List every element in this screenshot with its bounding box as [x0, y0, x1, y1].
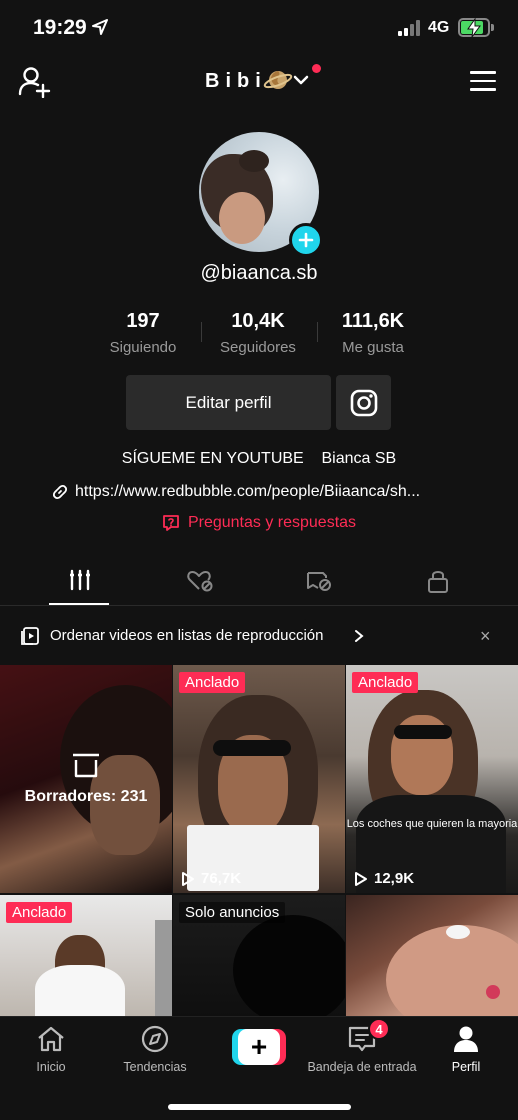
video-thumbnail[interactable]: Anclado Los coches que quieren la mayori…: [346, 665, 518, 893]
qa-link[interactable]: Preguntas y respuestas: [0, 514, 518, 532]
add-avatar-icon[interactable]: [289, 223, 323, 257]
video-thumbnail[interactable]: Anclado 76,7K: [173, 665, 345, 893]
menu-icon[interactable]: [470, 71, 496, 93]
nav-label: Tendencias: [123, 1060, 187, 1074]
stat-value: 10,4K: [231, 310, 285, 332]
stat-likes[interactable]: 111,6K Me gusta: [313, 310, 433, 356]
pinned-badge: Anclado: [352, 672, 419, 693]
stat-value: 197: [126, 310, 160, 332]
stat-followers[interactable]: 10,4K Seguidores: [198, 310, 318, 356]
battery-tip: [491, 24, 494, 31]
profile-icon: [454, 1026, 478, 1052]
view-count: 12,9K: [354, 870, 414, 887]
profile-link[interactable]: https://www.redbubble.com/people/Biiaanc…: [52, 483, 472, 501]
nav-home[interactable]: Inicio: [28, 1025, 74, 1074]
status-bar: 19:29 4G: [0, 0, 518, 56]
tab-private[interactable]: [424, 568, 454, 594]
video-thumbnail[interactable]: [346, 895, 518, 1017]
close-icon[interactable]: ×: [480, 626, 491, 647]
chevron-right-icon: [355, 630, 364, 642]
home-icon: [38, 1026, 64, 1052]
nav-label: Perfil: [451, 1060, 481, 1074]
add-user-icon[interactable]: [18, 66, 52, 98]
charging-bolt-icon: [467, 18, 481, 38]
video-caption: Los coches que quieren la mayoria: [346, 818, 518, 830]
playlist-icon: [21, 627, 39, 645]
question-bubble-icon: [163, 515, 179, 531]
stat-label: Seguidores: [220, 339, 296, 356]
drafts-label: Borradores: 231: [24, 788, 148, 805]
tab-liked[interactable]: [305, 568, 335, 594]
notification-dot: [312, 64, 321, 73]
play-icon: [182, 871, 194, 886]
nav-profile[interactable]: Perfil: [446, 1025, 486, 1074]
stat-label: Siguiendo: [109, 339, 177, 356]
active-tab-indicator: [49, 603, 109, 605]
create-button[interactable]: +: [232, 1029, 286, 1065]
location-arrow-icon: [92, 19, 108, 35]
view-count-text: 76,7K: [201, 870, 242, 887]
link-icon: [52, 484, 68, 500]
video-thumbnail[interactable]: Solo anuncios: [173, 895, 345, 1017]
edit-profile-button[interactable]: Editar perfil: [126, 375, 331, 430]
trash-icon: [73, 753, 99, 778]
pinned-badge: Anclado: [179, 672, 246, 693]
inbox-count-badge: 4: [368, 1018, 390, 1040]
nav-inbox[interactable]: Bandeja de entrada: [302, 1025, 422, 1074]
video-thumbnail[interactable]: Anclado: [0, 895, 172, 1017]
status-time: 19:29: [33, 16, 87, 39]
drafts-cell[interactable]: Borradores: 231: [0, 665, 172, 893]
instagram-button[interactable]: [336, 375, 391, 430]
stat-label: Me gusta: [342, 339, 404, 356]
qa-label: Preguntas y respuestas: [187, 514, 357, 531]
profile-link-text: https://www.redbubble.com/people/Biiaanc…: [75, 483, 421, 500]
compass-icon: [141, 1025, 169, 1053]
drafts-overlay: Borradores: 231: [0, 665, 172, 893]
nav-trends[interactable]: Tendencias: [118, 1025, 192, 1074]
account-switcher-title[interactable]: Bibi: [205, 70, 267, 93]
tab-videos[interactable]: [66, 568, 96, 594]
play-icon: [355, 871, 367, 886]
playlist-text: Ordenar videos en listas de reproducción: [50, 627, 324, 644]
ads-only-badge: Solo anuncios: [179, 902, 286, 923]
signal-icon: [398, 20, 422, 36]
planet-emoji-icon: [263, 71, 293, 89]
instagram-icon: [350, 389, 377, 416]
pinned-badge: Anclado: [6, 902, 73, 923]
nav-label: Bandeja de entrada: [307, 1060, 417, 1074]
network-type: 4G: [428, 19, 450, 36]
stat-value: 111,6K: [341, 310, 405, 332]
view-count-text: 12,9K: [374, 870, 415, 887]
profile-handle: @biaanca.sb: [200, 262, 318, 284]
tab-favorites[interactable]: [186, 568, 216, 594]
view-count: 76,7K: [181, 870, 241, 887]
profile-header: Bibi: [0, 56, 518, 108]
content-tabs: [0, 560, 518, 606]
stat-following[interactable]: 197 Siguiendo: [83, 310, 203, 356]
plus-icon: +: [238, 1029, 280, 1065]
home-indicator[interactable]: [168, 1104, 351, 1110]
playlist-banner[interactable]: Ordenar videos en listas de reproducción…: [0, 606, 518, 664]
profile-bio: SÍGUEME EN YOUTUBE Bianca SB: [121, 450, 397, 467]
nav-label: Inicio: [36, 1060, 66, 1074]
chevron-down-icon[interactable]: [293, 74, 309, 86]
